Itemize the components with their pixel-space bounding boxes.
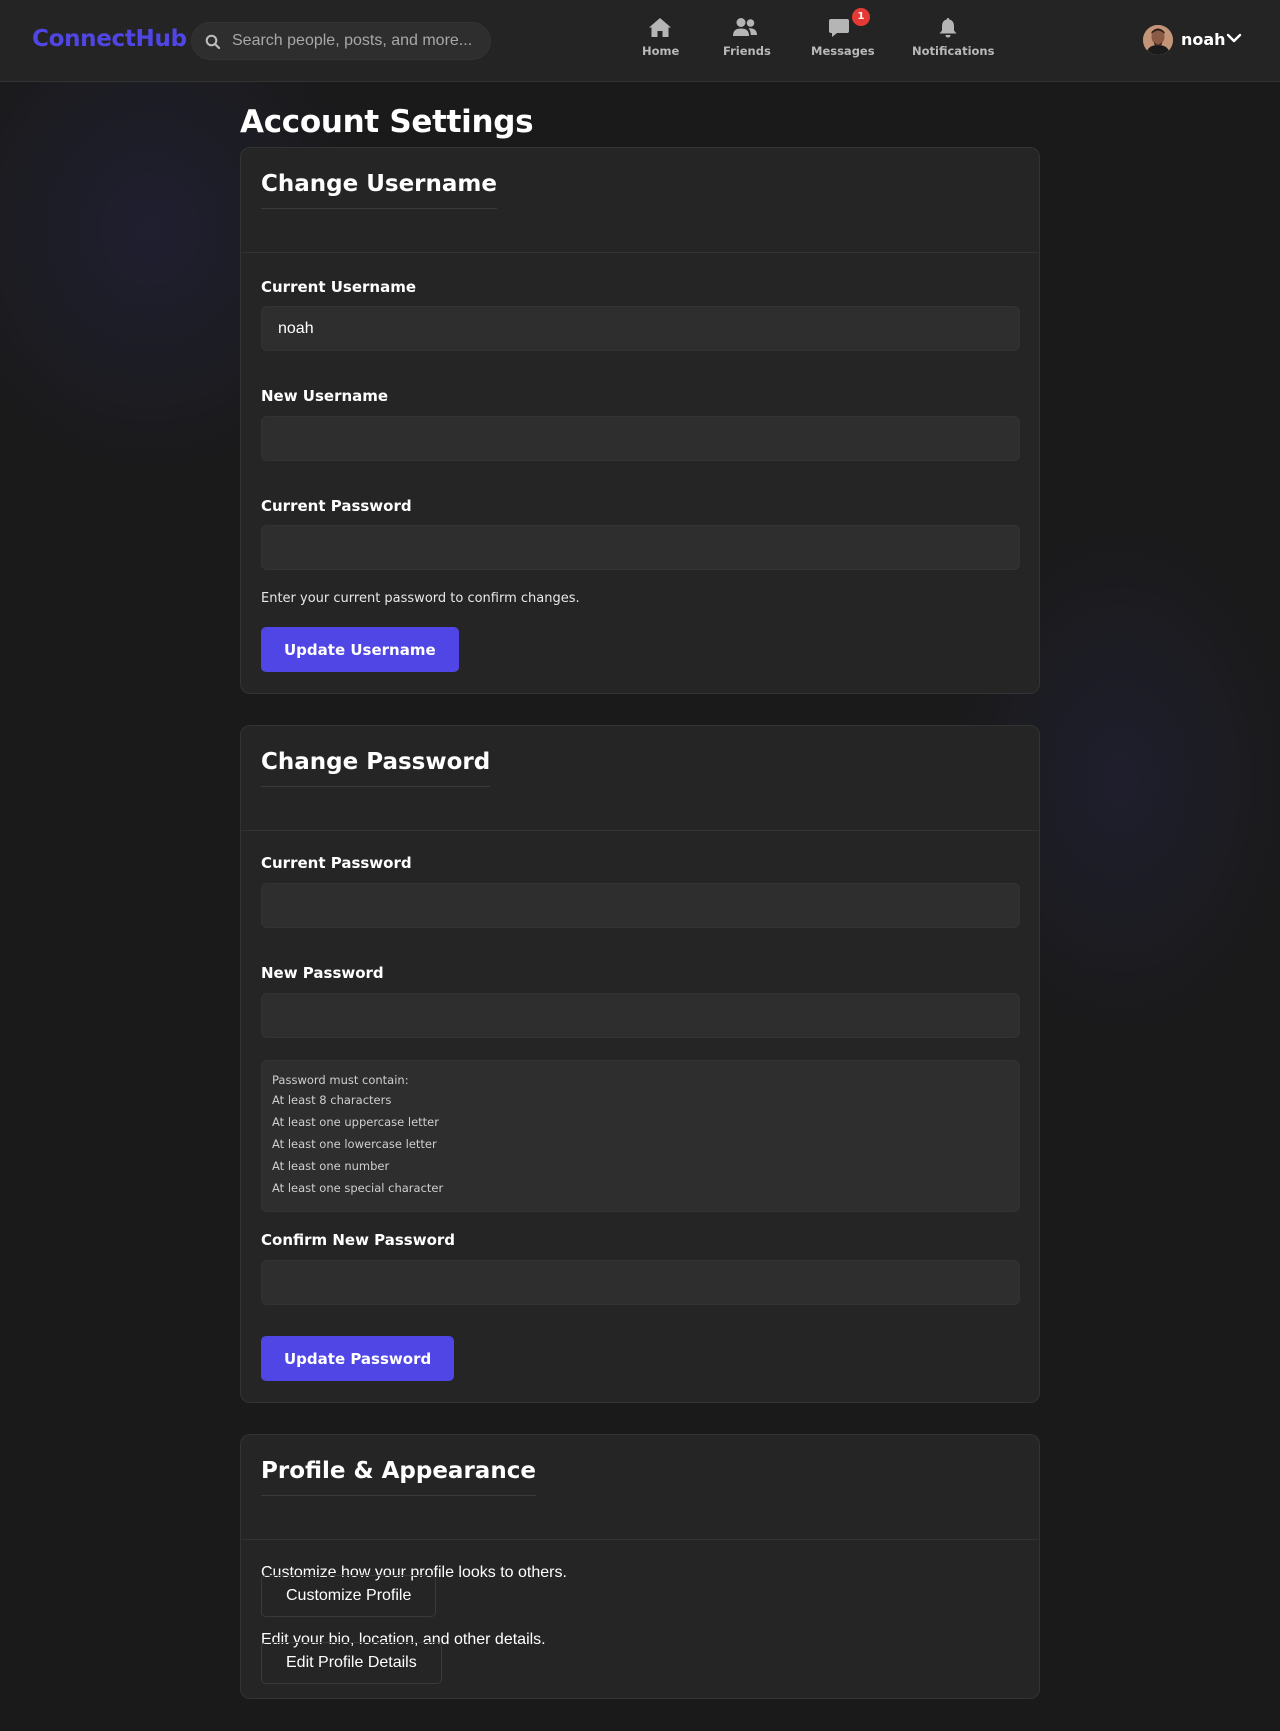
current-username-field[interactable] xyxy=(261,306,1020,351)
customize-profile-button[interactable]: Customize Profile xyxy=(261,1575,437,1617)
change-username-card: Change Username Current Username New Use… xyxy=(240,147,1040,694)
current-username-label: Current Username xyxy=(261,278,417,296)
profile-appearance-card: Profile & Appearance Customize how your … xyxy=(240,1434,1040,1699)
edit-profile-details-button[interactable]: Edit Profile Details xyxy=(261,1642,442,1684)
home-icon xyxy=(649,18,671,37)
search-bar xyxy=(191,22,491,60)
change-password-card: Change Password Current Password New Pas… xyxy=(240,725,1040,1403)
current-password-label: Current Password xyxy=(261,497,412,515)
messages-badge: 1 xyxy=(852,8,870,26)
update-password-button[interactable]: Update Password xyxy=(261,1336,455,1381)
current-password-label: Current Password xyxy=(261,854,412,872)
chevron-down-icon[interactable] xyxy=(1226,33,1242,44)
card-title: Change Password xyxy=(261,749,491,787)
requirement-item: At least one uppercase letter xyxy=(272,1115,439,1129)
password-requirements: Password must contain: At least 8 charac… xyxy=(261,1060,1020,1212)
nav-friends-label: Friends xyxy=(723,44,771,58)
nav-friends[interactable]: Friends xyxy=(723,17,771,65)
avatar[interactable] xyxy=(1143,25,1173,55)
update-username-button[interactable]: Update Username xyxy=(261,627,459,672)
current-password-field[interactable] xyxy=(261,883,1020,928)
search-icon xyxy=(205,34,221,50)
card-header: Change Password xyxy=(241,726,1039,831)
card-header: Change Username xyxy=(241,148,1039,253)
requirement-item: At least 8 characters xyxy=(272,1093,392,1107)
search-input[interactable] xyxy=(232,23,482,59)
requirement-item: At least one special character xyxy=(272,1181,444,1195)
new-password-field[interactable] xyxy=(261,993,1020,1038)
app-logo[interactable]: ConnectHub xyxy=(32,26,187,52)
card-header: Profile & Appearance xyxy=(241,1435,1039,1540)
requirements-title: Password must contain: xyxy=(272,1073,409,1087)
nav-notifications[interactable]: Notifications xyxy=(912,17,995,65)
user-name: noah xyxy=(1181,30,1226,49)
new-username-field[interactable] xyxy=(261,416,1020,461)
confirm-password-field[interactable] xyxy=(261,1260,1020,1305)
nav-messages-label: Messages xyxy=(811,44,875,58)
card-title: Change Username xyxy=(261,171,497,209)
requirement-item: At least one lowercase letter xyxy=(272,1137,437,1151)
top-navbar: ConnectHub Home Friends 1 Messages xyxy=(0,0,1280,82)
current-password-field[interactable] xyxy=(261,525,1020,570)
confirm-password-label: Confirm New Password xyxy=(261,1231,456,1249)
nav-home[interactable]: Home xyxy=(642,17,680,65)
password-hint: Enter your current password to confirm c… xyxy=(261,591,580,606)
bell-icon xyxy=(939,18,957,38)
requirement-item: At least one number xyxy=(272,1159,390,1173)
nav-home-label: Home xyxy=(642,44,680,58)
card-title: Profile & Appearance xyxy=(261,1458,536,1496)
friends-icon xyxy=(733,18,757,36)
nav-notifications-label: Notifications xyxy=(912,44,995,58)
nav-messages[interactable]: 1 Messages xyxy=(811,8,875,65)
page-title: Account Settings xyxy=(240,104,534,140)
new-username-label: New Username xyxy=(261,387,389,405)
new-password-label: New Password xyxy=(261,964,384,982)
avatar-image xyxy=(1143,25,1173,55)
message-bubble-icon xyxy=(829,19,849,37)
